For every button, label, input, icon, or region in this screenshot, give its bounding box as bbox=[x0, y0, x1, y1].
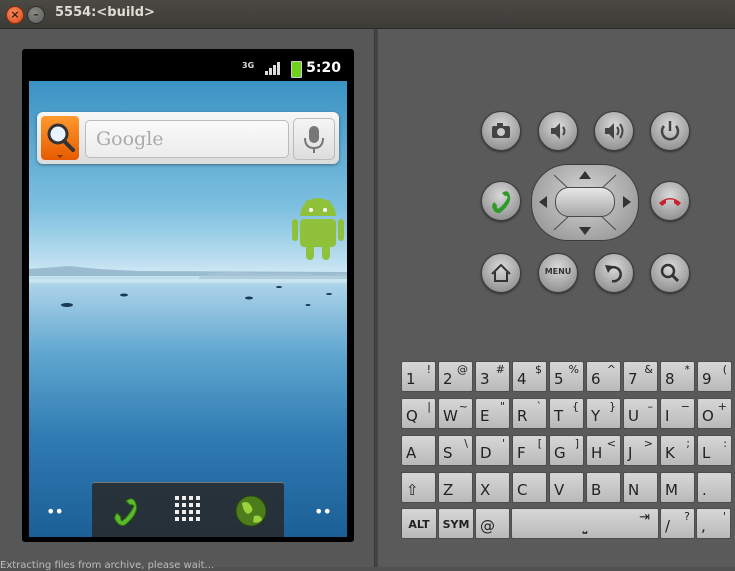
network-type: 3G bbox=[242, 61, 255, 70]
power-button[interactable] bbox=[650, 111, 690, 151]
key-1-4[interactable]: T{ bbox=[549, 398, 584, 429]
key-2-7[interactable]: K; bbox=[660, 435, 695, 466]
key-0-3[interactable]: 4 $ bbox=[512, 361, 547, 392]
key-3-6[interactable]: N bbox=[623, 472, 658, 503]
search-placeholder: Google bbox=[96, 128, 164, 150]
close-icon: × bbox=[10, 8, 20, 21]
volume-down-button[interactable] bbox=[538, 111, 578, 151]
end-call-button[interactable] bbox=[650, 181, 690, 221]
key-3-2[interactable]: X bbox=[475, 472, 510, 503]
key-space[interactable]: ⎵ ⇥ bbox=[511, 508, 659, 539]
dpad-center-button[interactable] bbox=[555, 187, 615, 217]
key-2-0[interactable]: A bbox=[401, 435, 436, 466]
key-0-5[interactable]: 6 ^ bbox=[586, 361, 621, 392]
key-0-6[interactable]: 7 & bbox=[623, 361, 658, 392]
key-2-2[interactable]: D ' bbox=[475, 435, 510, 466]
key-0-8[interactable]: 9( bbox=[697, 361, 732, 392]
space-icon: ⎵ bbox=[582, 521, 588, 534]
menu-button[interactable]: MENU bbox=[538, 253, 578, 293]
dpad-left-icon[interactable] bbox=[538, 195, 548, 209]
camera-button[interactable] bbox=[481, 111, 521, 151]
search-button[interactable] bbox=[650, 253, 690, 293]
camera-icon bbox=[492, 123, 510, 138]
search-input[interactable]: Google bbox=[85, 120, 289, 158]
key-0-1[interactable]: 2 @ bbox=[438, 361, 473, 392]
window-minimize-button[interactable]: – bbox=[27, 6, 45, 24]
key-sym[interactable]: SYM bbox=[438, 508, 474, 539]
key-at[interactable]: @ bbox=[475, 508, 510, 539]
key-slash[interactable]: / ? bbox=[660, 508, 695, 539]
key-3-7[interactable]: M bbox=[660, 472, 695, 503]
key-3-1[interactable]: Z bbox=[438, 472, 473, 503]
home-icon bbox=[491, 263, 511, 282]
left-page-indicator[interactable]: •• bbox=[46, 502, 64, 521]
key-1-5[interactable]: Y} bbox=[586, 398, 621, 429]
back-icon bbox=[605, 265, 622, 283]
microphone-icon bbox=[304, 126, 324, 153]
window-titlebar: × – 5554:<build> bbox=[0, 0, 735, 29]
key-3-4[interactable]: V bbox=[549, 472, 584, 503]
key-2-5[interactable]: H < bbox=[586, 435, 621, 466]
window-close-button[interactable]: × bbox=[6, 6, 24, 24]
tab-icon: ⇥ bbox=[639, 510, 650, 525]
key-1-3[interactable]: R ` bbox=[512, 398, 547, 429]
power-icon bbox=[660, 121, 680, 141]
call-icon bbox=[492, 191, 511, 214]
volume-up-button[interactable] bbox=[594, 111, 634, 151]
key-comma[interactable]: , ' bbox=[696, 508, 731, 539]
minimize-icon: – bbox=[33, 8, 39, 21]
key-2-3[interactable]: F[ bbox=[512, 435, 547, 466]
key-0-2[interactable]: 3 # bbox=[475, 361, 510, 392]
key-1-0[interactable]: Q | bbox=[401, 398, 436, 429]
key-2-4[interactable]: G] bbox=[549, 435, 584, 466]
volume-down-icon bbox=[551, 123, 566, 139]
key-2-8[interactable]: L: bbox=[697, 435, 732, 466]
call-button[interactable] bbox=[481, 181, 521, 221]
google-search-widget: Google bbox=[37, 112, 339, 164]
hardware-keyboard: 1! 2 @3 #4 $5% 6 ^ 7 & 8 * 9( Q | W ~ E " R ` T{Y} U – I − O + A S \ D… bbox=[398, 360, 733, 545]
dpad-down-icon[interactable] bbox=[578, 226, 592, 236]
app-drawer-icon[interactable] bbox=[174, 495, 204, 525]
launcher-dock bbox=[92, 482, 284, 537]
battery-icon bbox=[291, 61, 302, 78]
back-button[interactable] bbox=[594, 253, 634, 293]
right-page-indicator[interactable]: •• bbox=[314, 502, 332, 521]
window-title: 5554:<build> bbox=[55, 5, 155, 20]
key-1-7[interactable]: I − bbox=[660, 398, 695, 429]
volume-up-icon bbox=[605, 123, 624, 139]
key-2-1[interactable]: S \ bbox=[438, 435, 473, 466]
home-button[interactable] bbox=[481, 253, 521, 293]
status-bar: 3G 5:20 bbox=[29, 57, 347, 81]
key-1-1[interactable]: W ~ bbox=[438, 398, 473, 429]
key-3-3[interactable]: C bbox=[512, 472, 547, 503]
key-3-5[interactable]: B bbox=[586, 472, 621, 503]
search-source-button[interactable] bbox=[41, 116, 79, 160]
key-0-7[interactable]: 8 * bbox=[660, 361, 695, 392]
android-robot-icon[interactable] bbox=[292, 192, 344, 262]
menu-label: MENU bbox=[544, 267, 572, 276]
dpad-right-icon[interactable] bbox=[622, 195, 632, 209]
key-0-0[interactable]: 1! bbox=[401, 361, 436, 392]
status-footer: Extracting files from archive, please wa… bbox=[0, 560, 215, 571]
key-1-2[interactable]: E " bbox=[475, 398, 510, 429]
key-3-0[interactable]: ⇧ bbox=[401, 472, 436, 503]
key-1-8[interactable]: O + bbox=[697, 398, 732, 429]
key-alt[interactable]: ALT bbox=[401, 508, 437, 539]
status-time: 5:20 bbox=[306, 60, 341, 76]
key-3-8[interactable]: . bbox=[697, 472, 732, 503]
phone-dialer-icon[interactable] bbox=[109, 494, 143, 528]
voice-search-button[interactable] bbox=[293, 118, 335, 160]
end-call-icon bbox=[659, 198, 681, 206]
search-icon bbox=[47, 123, 75, 158]
key-0-4[interactable]: 5% bbox=[549, 361, 584, 392]
key-1-6[interactable]: U – bbox=[623, 398, 658, 429]
key-2-6[interactable]: J > bbox=[623, 435, 658, 466]
search-icon bbox=[660, 263, 680, 283]
browser-globe-icon[interactable] bbox=[234, 494, 268, 528]
dpad-up-icon[interactable] bbox=[578, 170, 592, 180]
